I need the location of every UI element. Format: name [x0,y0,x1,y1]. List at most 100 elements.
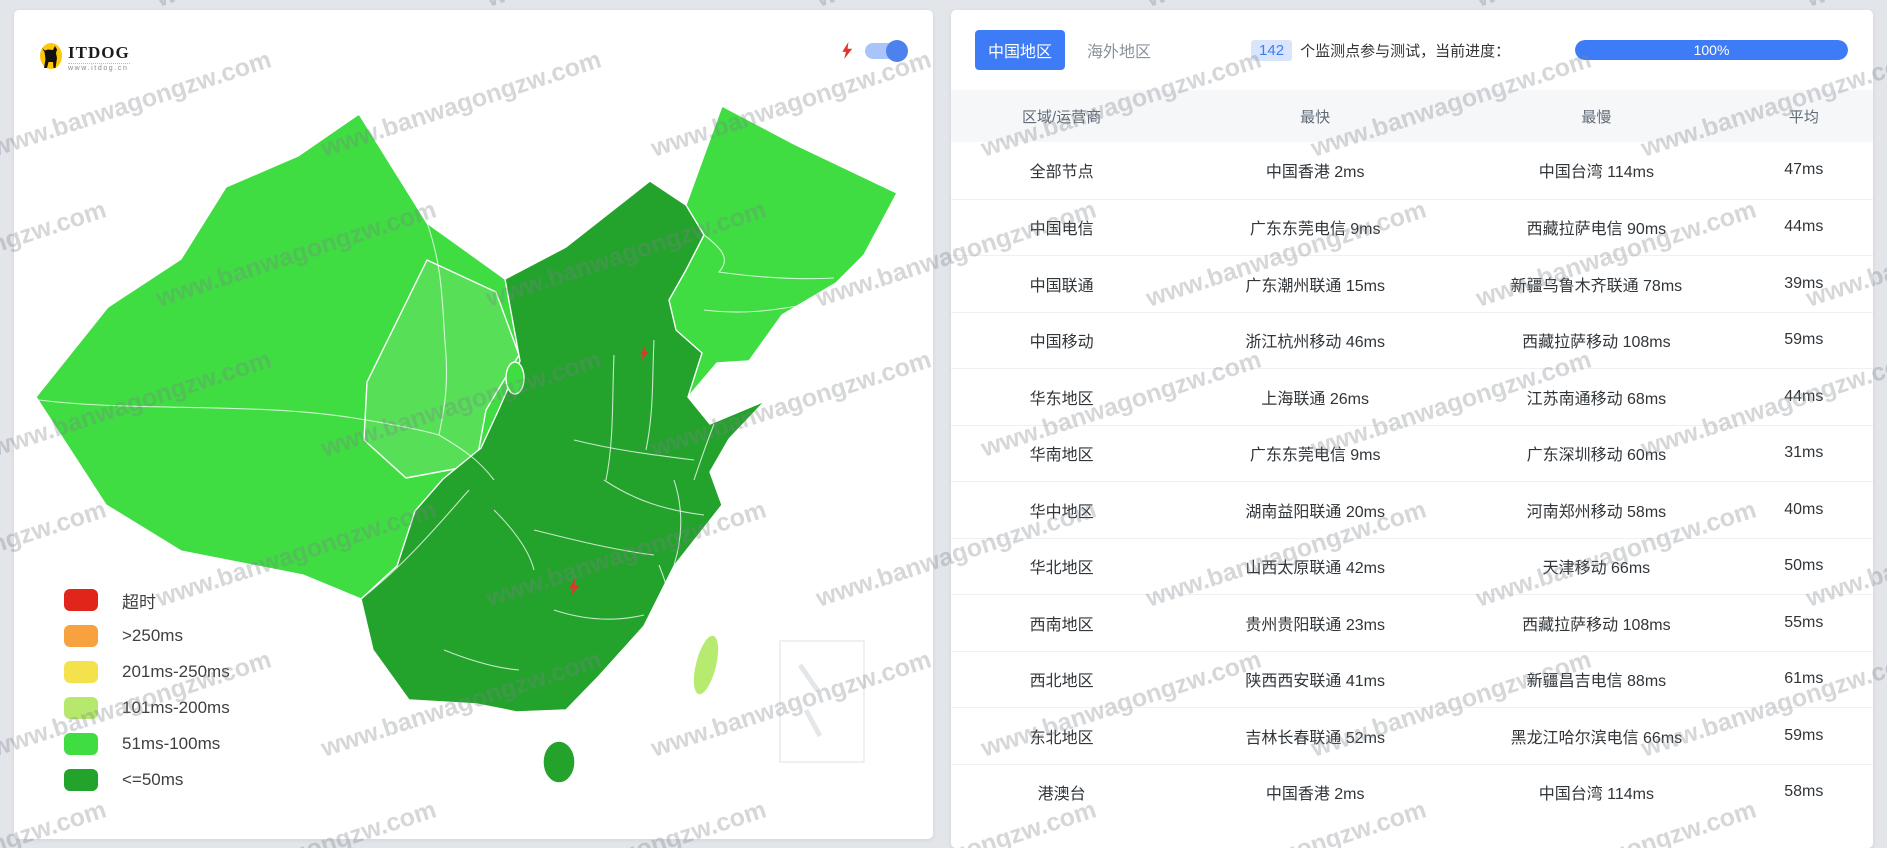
table-cell: 东北地区 [1029,729,1094,747]
legend-item: >250ms [64,618,230,654]
column-header: 最慢 [1581,108,1612,126]
table-row: 东北地区 吉林长春联通 52ms 黑龙江哈尔滨电信 66ms 59ms [951,707,1873,764]
legend-swatch [64,589,98,611]
table-cell: 中国移动 [1029,334,1094,352]
table-cell: 31ms [1784,444,1824,462]
table-cell: 新疆昌吉电信 88ms [1526,673,1667,691]
results-panel: 中国地区 海外地区 142 个监测点参与测试，当前进度： 100% 区域/运营商… [951,10,1873,848]
table-row: 西南地区 贵州贵阳联通 23ms 西藏拉萨移动 108ms 55ms [951,594,1873,651]
table-cell: 西藏拉萨电信 90ms [1526,221,1667,239]
table-cell: 47ms [1784,161,1824,179]
toggle-knob[interactable] [886,39,908,62]
table-cell: 湖南益阳联通 20ms [1245,503,1385,521]
table-row: 华南地区 广东东莞电信 9ms 广东深圳移动 60ms 31ms [951,424,1873,482]
table-row: 港澳台 中国香港 2ms 中国台湾 114ms 58ms [951,763,1873,821]
table-cell: 39ms [1784,274,1824,292]
table-cell: 贵州贵阳联通 23ms [1245,616,1385,634]
table-cell: 西藏拉萨移动 108ms [1522,616,1671,634]
legend-item: 51ms-100ms [64,726,230,762]
table-cell: 广东潮州联通 15ms [1245,277,1385,295]
table-row: 中国移动 浙江杭州移动 46ms 西藏拉萨移动 108ms 59ms [951,311,1873,369]
table-cell: 华东地区 [1029,390,1094,408]
legend-swatch [64,733,98,755]
progress-bar: 100% [1575,40,1848,60]
table-row: 华北地区 山西太原联通 42ms 天津移动 66ms 50ms [951,537,1873,595]
table-cell: 44ms [1784,218,1824,236]
monitor-count-badge: 142 [1251,39,1293,61]
table-header: 区域/运营商 最快 最慢 平均 [951,90,1873,142]
legend-swatch [64,769,98,791]
table-cell: 中国香港 2ms [1265,786,1365,804]
lightning-icon [842,42,853,59]
legend-item: <=50ms [64,762,230,798]
table-cell: 中国台湾 114ms [1538,786,1655,804]
table-cell: 陕西西安联通 41ms [1245,673,1385,691]
map-region-ningxia [505,361,525,395]
table-row: 全部节点 中国香港 2ms 中国台湾 114ms 47ms [951,142,1873,199]
legend-item: 超时 [64,582,230,618]
table-cell: 西南地区 [1029,616,1094,634]
table-cell: 58ms [1784,783,1824,801]
table-cell: 天津移动 66ms [1542,560,1651,578]
table-row: 华中地区 湖南益阳联通 20ms 河南郑州移动 58ms 40ms [951,481,1873,538]
legend-label: 51ms-100ms [122,734,221,753]
table-cell: 中国香港 2ms [1265,164,1365,182]
table-cell: 华北地区 [1029,560,1094,578]
table-cell: 中国台湾 114ms [1538,164,1655,182]
table-cell: 61ms [1784,670,1824,688]
logo-subtitle: www.itdog.cn [68,63,130,72]
map-legend: 超时 >250ms 201ms-250ms 101ms-200ms 51ms-100ms… [64,582,230,798]
table-body: 全部节点 中国香港 2ms 中国台湾 114ms 47ms 中国电信 广东东莞电信 9ms… [951,142,1873,820]
map-panel: ITDOG www.itdog.cn 超时 >250ms 201ms-250ms… [14,10,933,839]
legend-label: <=50ms [122,770,184,789]
table-cell: 上海联通 26ms [1261,390,1369,408]
table-cell: 华中地区 [1029,503,1094,521]
tab-overseas-region[interactable]: 海外地区 [1083,30,1155,70]
table-cell: 44ms [1784,387,1824,405]
page: { "page": { "background": "#e2e5ea", "wa… [0,0,1887,848]
table-cell: 59ms [1784,331,1824,349]
table-cell: 59ms [1784,726,1824,744]
logo-title: ITDOG [68,43,130,62]
table-cell: 全部节点 [1029,164,1094,182]
table-cell: 西北地区 [1029,673,1094,691]
legend-label: 201ms-250ms [122,662,230,681]
table-cell: 新疆乌鲁木齐联通 78ms [1510,277,1683,295]
table-cell: 华南地区 [1029,447,1094,465]
table-cell: 中国联通 [1029,277,1094,295]
table-cell: 广东东莞电信 9ms [1249,221,1381,239]
table-cell: 西藏拉萨移动 108ms [1522,334,1671,352]
column-header: 区域/运营商 [1022,108,1102,126]
table-row: 中国联通 广东潮州联通 15ms 新疆乌鲁木齐联通 78ms 39ms [951,255,1873,312]
table-row: 西北地区 陕西西安联通 41ms 新疆昌吉电信 88ms 61ms [951,650,1873,708]
legend-label: >250ms [122,626,183,645]
table-cell: 50ms [1784,557,1824,575]
itdog-dog-icon [40,43,62,69]
map-region-hainan [542,740,576,784]
itdog-logo: ITDOG www.itdog.cn [38,42,130,74]
table-cell: 55ms [1784,613,1824,631]
table-cell: 广东深圳移动 60ms [1526,447,1667,465]
table-cell: 江苏南通移动 68ms [1526,390,1667,408]
toggle-switch[interactable] [865,39,908,62]
legend-item: 201ms-250ms [64,654,230,690]
south-china-sea-inset [779,640,865,763]
table-cell: 山西太原联通 42ms [1245,560,1385,578]
legend-label: 101ms-200ms [122,698,230,717]
results-header: 中国地区 海外地区 142 个监测点参与测试，当前进度： 100% [951,10,1873,90]
table-cell: 河南郑州移动 58ms [1526,503,1667,521]
table-cell: 吉林长春联通 52ms [1245,729,1385,747]
table-cell: 港澳台 [1037,786,1086,804]
monitor-status: 142 个监测点参与测试，当前进度： [1251,39,1511,61]
table-cell: 广东东莞电信 9ms [1249,447,1381,465]
table-row: 华东地区 上海联通 26ms 江苏南通移动 68ms 44ms [951,368,1873,425]
table-row: 中国电信 广东东莞电信 9ms 西藏拉萨电信 90ms 44ms [951,198,1873,256]
column-header: 平均 [1788,108,1819,126]
legend-label: 超时 [122,592,156,612]
monitor-text: 个监测点参与测试，当前进度： [1300,42,1511,60]
tab-china-region[interactable]: 中国地区 [975,30,1066,70]
legend-item: 101ms-200ms [64,690,230,726]
table-cell: 浙江杭州移动 46ms [1245,334,1385,352]
legend-swatch [64,697,98,719]
map-region-taiwan [693,635,719,695]
